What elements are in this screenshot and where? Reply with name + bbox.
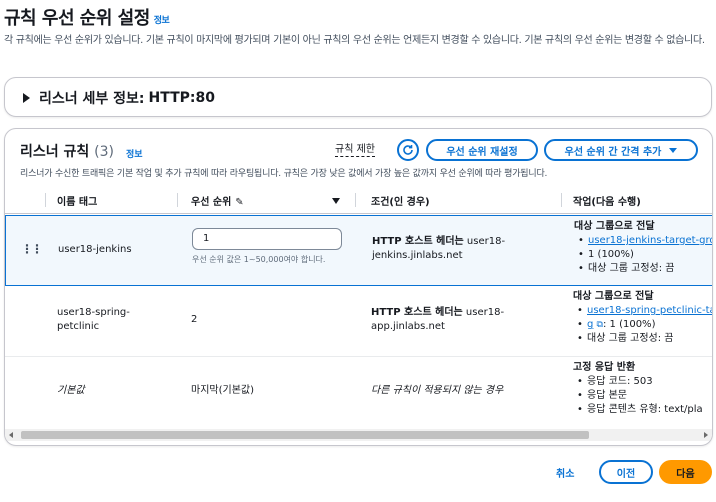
sort-desc-icon[interactable] (332, 198, 340, 204)
next-button[interactable]: 다음 (659, 460, 712, 484)
rule-action: 고정 응답 반환 응답 코드: 503 응답 본문 응답 콘텐츠 유형: tex… (573, 361, 703, 417)
table-header: 이름 태그 우선 순위 ✎ 조건(인 경우) 작업(다음 수행) (5, 186, 712, 214)
stickiness: 대상 그룹 고정성: 끔 (587, 333, 674, 344)
rule-action: 대상 그룹으로 전달 user18-spring-petclinic-ta g … (573, 290, 712, 346)
rule-condition: HTTP 호스트 헤더는 user18- app.jinlabs.net (371, 307, 505, 332)
rule-limit-link[interactable]: 규칙 제한 (335, 143, 375, 157)
table-row[interactable]: ⋮⋮ user18-jenkins 1 우선 순위 값은 1~50,000여야 … (5, 215, 712, 286)
rule-condition: HTTP 호스트 헤더는 user18- jenkins.jinlabs.net (372, 236, 506, 261)
rules-info-link[interactable]: 정보 (126, 147, 143, 160)
priority-input[interactable]: 1 (192, 228, 342, 250)
refresh-icon (403, 145, 413, 155)
rule-condition: 다른 규칙이 적용되지 않는 경우 (371, 385, 504, 396)
refresh-button[interactable] (397, 139, 419, 161)
col-name[interactable]: 이름 태그 (57, 193, 97, 208)
listener-details-panel: 리스너 세부 정보: HTTP:80 (4, 77, 712, 117)
listener-rules-panel: 리스너 규칙 (3) 정보 규칙 제한 우선 순위 재설정 우선 순위 간 간격… (4, 128, 713, 446)
column-divider (177, 193, 178, 207)
rule-priority: 마지막(기본값) (191, 385, 255, 396)
pencil-icon: ✎ (235, 197, 244, 208)
page-title: 규칙 우선 순위 설정 정보 (4, 8, 170, 29)
listener-details-toggle[interactable]: 리스너 세부 정보: HTTP:80 (23, 88, 215, 108)
column-divider (45, 193, 46, 207)
col-priority[interactable]: 우선 순위 ✎ (191, 193, 244, 208)
caret-down-icon (669, 147, 678, 153)
col-actions[interactable]: 작업(다음 수행) (573, 193, 641, 208)
rule-name: user18-spring-petclinic (57, 307, 130, 332)
drag-handle-icon[interactable]: ⋮⋮ (21, 242, 43, 256)
scroll-right-icon[interactable] (704, 432, 708, 438)
stickiness: 대상 그룹 고정성: 끔 (588, 263, 675, 274)
target-weight: 1 (100%) (574, 248, 712, 262)
previous-button[interactable]: 이전 (599, 460, 653, 484)
scroll-left-icon[interactable] (9, 432, 13, 438)
priority-hint: 우선 순위 값은 1~50,000여야 합니다. (192, 255, 326, 264)
scrollbar-thumb[interactable] (21, 431, 589, 439)
column-divider (561, 193, 562, 207)
cancel-button[interactable]: 취소 (556, 465, 574, 480)
caret-right-icon (23, 93, 30, 103)
listener-details-value: HTTP:80 (148, 90, 215, 106)
rule-name: user18-jenkins (58, 244, 132, 255)
listener-details-label: 리스너 세부 정보: (39, 91, 145, 107)
add-priority-gap-button[interactable]: 우선 순위 간 간격 추가 (544, 139, 698, 161)
rule-action: 대상 그룹으로 전달 user18-jenkins-target-gro 1 (… (574, 220, 712, 276)
rules-count: (3) (94, 144, 114, 160)
rule-name: 기본값 (57, 385, 85, 396)
info-link[interactable]: 정보 (154, 16, 170, 26)
column-divider (355, 193, 356, 207)
horizontal-scrollbar[interactable] (5, 429, 712, 441)
rules-description: 리스너가 수신한 트래픽은 기본 작업 및 추가 규칙에 따라 라우팅됩니다. … (20, 169, 548, 179)
rules-title: 리스너 규칙 (3) (20, 144, 114, 160)
page-description: 각 규칙에는 우선 순위가 있습니다. 기본 규칙이 마지막에 평가되며 기본이… (4, 35, 705, 46)
reset-priorities-button[interactable]: 우선 순위 재설정 (426, 139, 538, 161)
col-conditions[interactable]: 조건(인 경우) (371, 193, 430, 208)
target-group-link[interactable]: user18-spring-petclinic-ta (587, 305, 712, 316)
rule-priority: 2 (191, 314, 198, 325)
table-row: 기본값 마지막(기본값) 다른 규칙이 적용되지 않는 경우 고정 응답 반환 … (5, 357, 712, 428)
table-row[interactable]: user18-spring-petclinic 2 HTTP 호스트 헤더는 u… (5, 286, 712, 357)
target-group-link[interactable]: user18-jenkins-target-gro (588, 235, 712, 246)
